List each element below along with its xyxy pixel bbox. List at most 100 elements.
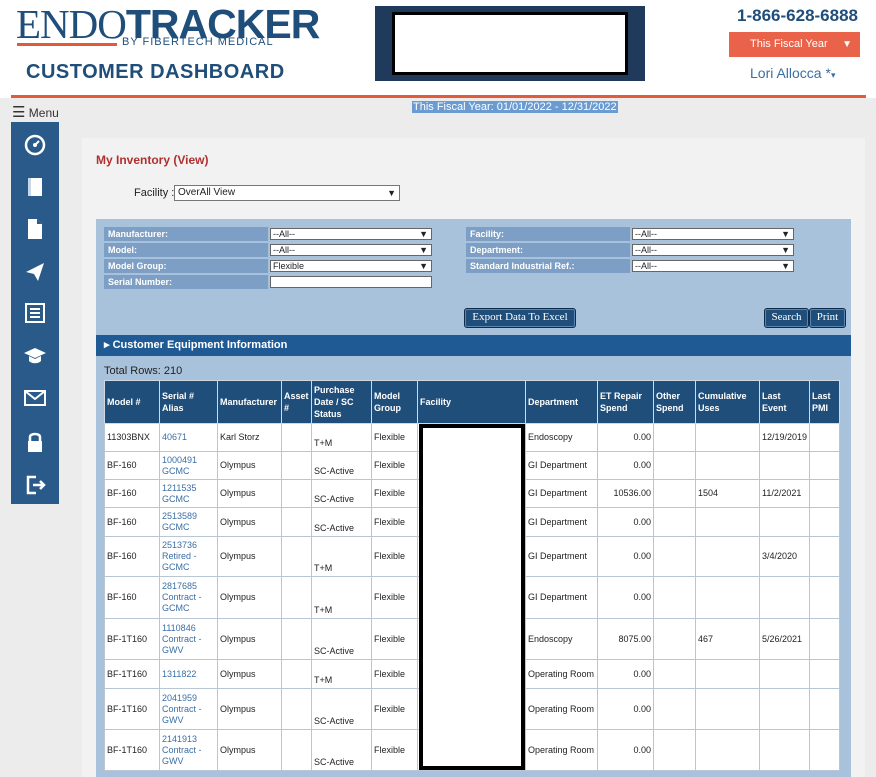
section-header[interactable]: ▸ Customer Equipment Information bbox=[96, 335, 851, 356]
fiscal-year-dropdown[interactable]: This Fiscal Year ▼ bbox=[729, 32, 860, 57]
table-cell: 3/4/2020 bbox=[758, 536, 811, 577]
column-header[interactable]: Facility bbox=[417, 380, 526, 424]
table-cell bbox=[653, 659, 696, 689]
mail-icon[interactable] bbox=[22, 389, 48, 413]
facility-filter-select[interactable]: --All-- ▼ bbox=[632, 228, 794, 240]
fiscal-year-label: This Fiscal Year bbox=[750, 38, 828, 50]
dashboard-icon[interactable] bbox=[22, 134, 48, 158]
header: ENDOTRACKER BY FIBERTECH MEDICAL CUSTOME… bbox=[0, 0, 876, 98]
column-header[interactable]: Model Group bbox=[371, 380, 418, 424]
table-cell: Operating Room bbox=[525, 729, 598, 771]
menu-toggle[interactable]: ☰ Menu bbox=[12, 103, 59, 121]
table-cell: Operating Room bbox=[525, 688, 598, 730]
section-title: Customer Equipment Information bbox=[112, 339, 288, 351]
sic-value: --All-- bbox=[635, 261, 657, 271]
table-cell[interactable]: 1311822 bbox=[159, 659, 218, 689]
list-icon[interactable] bbox=[22, 303, 48, 327]
table-cell bbox=[809, 659, 841, 689]
lock-icon[interactable] bbox=[22, 431, 48, 455]
search-button[interactable]: Search bbox=[764, 308, 809, 328]
chevron-down-icon: ▼ bbox=[387, 188, 396, 198]
table-cell bbox=[695, 729, 760, 771]
table-cell: 12/19/2019 bbox=[758, 423, 811, 452]
table-cell bbox=[809, 618, 841, 660]
table-cell: BF-1T160 bbox=[104, 659, 160, 689]
table-cell bbox=[809, 688, 841, 730]
table-cell[interactable]: 1211535 GCMC bbox=[159, 479, 218, 508]
table-cell[interactable]: 2817685 Contract - GCMC bbox=[159, 576, 218, 619]
hamburger-icon: ☰ bbox=[12, 104, 26, 121]
table-cell bbox=[653, 451, 696, 480]
table-cell bbox=[281, 618, 312, 660]
column-header[interactable]: Other Spend bbox=[653, 380, 696, 424]
table-cell bbox=[653, 688, 696, 730]
logo-text-endo: ENDO bbox=[16, 1, 127, 47]
table-cell bbox=[758, 688, 811, 730]
table-cell bbox=[809, 729, 841, 771]
user-menu[interactable]: Lori Allocca *▾ bbox=[750, 65, 835, 81]
column-header[interactable]: Last Event bbox=[758, 380, 811, 424]
logo-underline bbox=[17, 43, 117, 46]
table-cell: GI Department bbox=[525, 479, 598, 508]
table-cell bbox=[695, 451, 760, 480]
department-label: Department: bbox=[466, 243, 630, 257]
model-label: Model: bbox=[104, 243, 268, 257]
sic-select[interactable]: --All-- ▼ bbox=[632, 260, 794, 272]
model-select[interactable]: --All-- ▼ bbox=[270, 244, 432, 256]
table-cell: GI Department bbox=[525, 507, 598, 537]
column-header[interactable]: Cumulative Uses bbox=[695, 380, 760, 424]
chevron-down-icon: ▼ bbox=[781, 261, 790, 271]
column-header[interactable]: Purchase Date / SC Status bbox=[311, 380, 372, 424]
table-cell bbox=[695, 576, 760, 619]
phone-number: 1-866-628-6888 bbox=[737, 6, 858, 25]
table-cell: BF-1T160 bbox=[104, 618, 160, 660]
table-cell bbox=[695, 659, 760, 689]
column-header[interactable]: Department bbox=[525, 380, 598, 424]
facility-filter-value: --All-- bbox=[635, 229, 657, 239]
model-group-select[interactable]: Flexible ▼ bbox=[270, 260, 432, 272]
table-cell: 0.00 bbox=[597, 423, 654, 452]
table-cell[interactable]: 2141913 Contract - GWV bbox=[159, 729, 218, 771]
table-cell: 0.00 bbox=[597, 536, 654, 577]
print-button[interactable]: Print bbox=[809, 308, 846, 328]
table-cell[interactable]: 40671 bbox=[159, 423, 218, 452]
table-cell[interactable]: 1110846 Contract - GWV bbox=[159, 618, 218, 660]
table-cell bbox=[653, 729, 696, 771]
column-header[interactable]: Manufacturer bbox=[217, 380, 282, 424]
column-header[interactable]: Model # bbox=[104, 380, 160, 424]
table-cell[interactable]: 2513736 Retired - GCMC bbox=[159, 536, 218, 577]
table-cell[interactable]: 1000491 GCMC bbox=[159, 451, 218, 480]
sic-label: Standard Industrial Ref.: bbox=[466, 259, 630, 273]
total-rows: Total Rows: 210 bbox=[104, 365, 183, 377]
table-cell bbox=[809, 479, 841, 508]
document-icon[interactable] bbox=[22, 218, 48, 242]
table-cell: Flexible bbox=[371, 507, 418, 537]
send-icon[interactable] bbox=[22, 261, 48, 285]
column-header[interactable]: Serial # Alias bbox=[159, 380, 218, 424]
logout-icon[interactable] bbox=[22, 474, 48, 498]
table-cell bbox=[281, 729, 312, 771]
table-cell: Olympus bbox=[217, 576, 282, 619]
export-excel-button[interactable]: Export Data To Excel bbox=[464, 308, 576, 328]
table-cell bbox=[758, 659, 811, 689]
facility-view-select[interactable]: OverAll View ▼ bbox=[174, 185, 400, 201]
manufacturer-select[interactable]: --All-- ▼ bbox=[270, 228, 432, 240]
caret-down-icon: ▾ bbox=[830, 70, 836, 80]
graduation-cap-icon[interactable] bbox=[22, 346, 48, 370]
table-cell bbox=[809, 423, 841, 452]
table-cell bbox=[695, 507, 760, 537]
table-cell: SC-Active bbox=[311, 451, 372, 480]
table-cell bbox=[695, 536, 760, 577]
table-cell: 0.00 bbox=[597, 507, 654, 537]
table-cell[interactable]: 2041959 Contract - GWV bbox=[159, 688, 218, 730]
table-cell bbox=[281, 451, 312, 480]
table-cell[interactable]: 2513589 GCMC bbox=[159, 507, 218, 537]
table-cell: Olympus bbox=[217, 507, 282, 537]
column-header[interactable]: ET Repair Spend bbox=[597, 380, 654, 424]
book-icon[interactable] bbox=[22, 176, 48, 200]
column-header[interactable]: Last PMI bbox=[809, 380, 841, 424]
department-select[interactable]: --All-- ▼ bbox=[632, 244, 794, 256]
table-cell bbox=[809, 536, 841, 577]
serial-number-input[interactable] bbox=[270, 276, 432, 288]
column-header[interactable]: Asset # bbox=[281, 380, 312, 424]
